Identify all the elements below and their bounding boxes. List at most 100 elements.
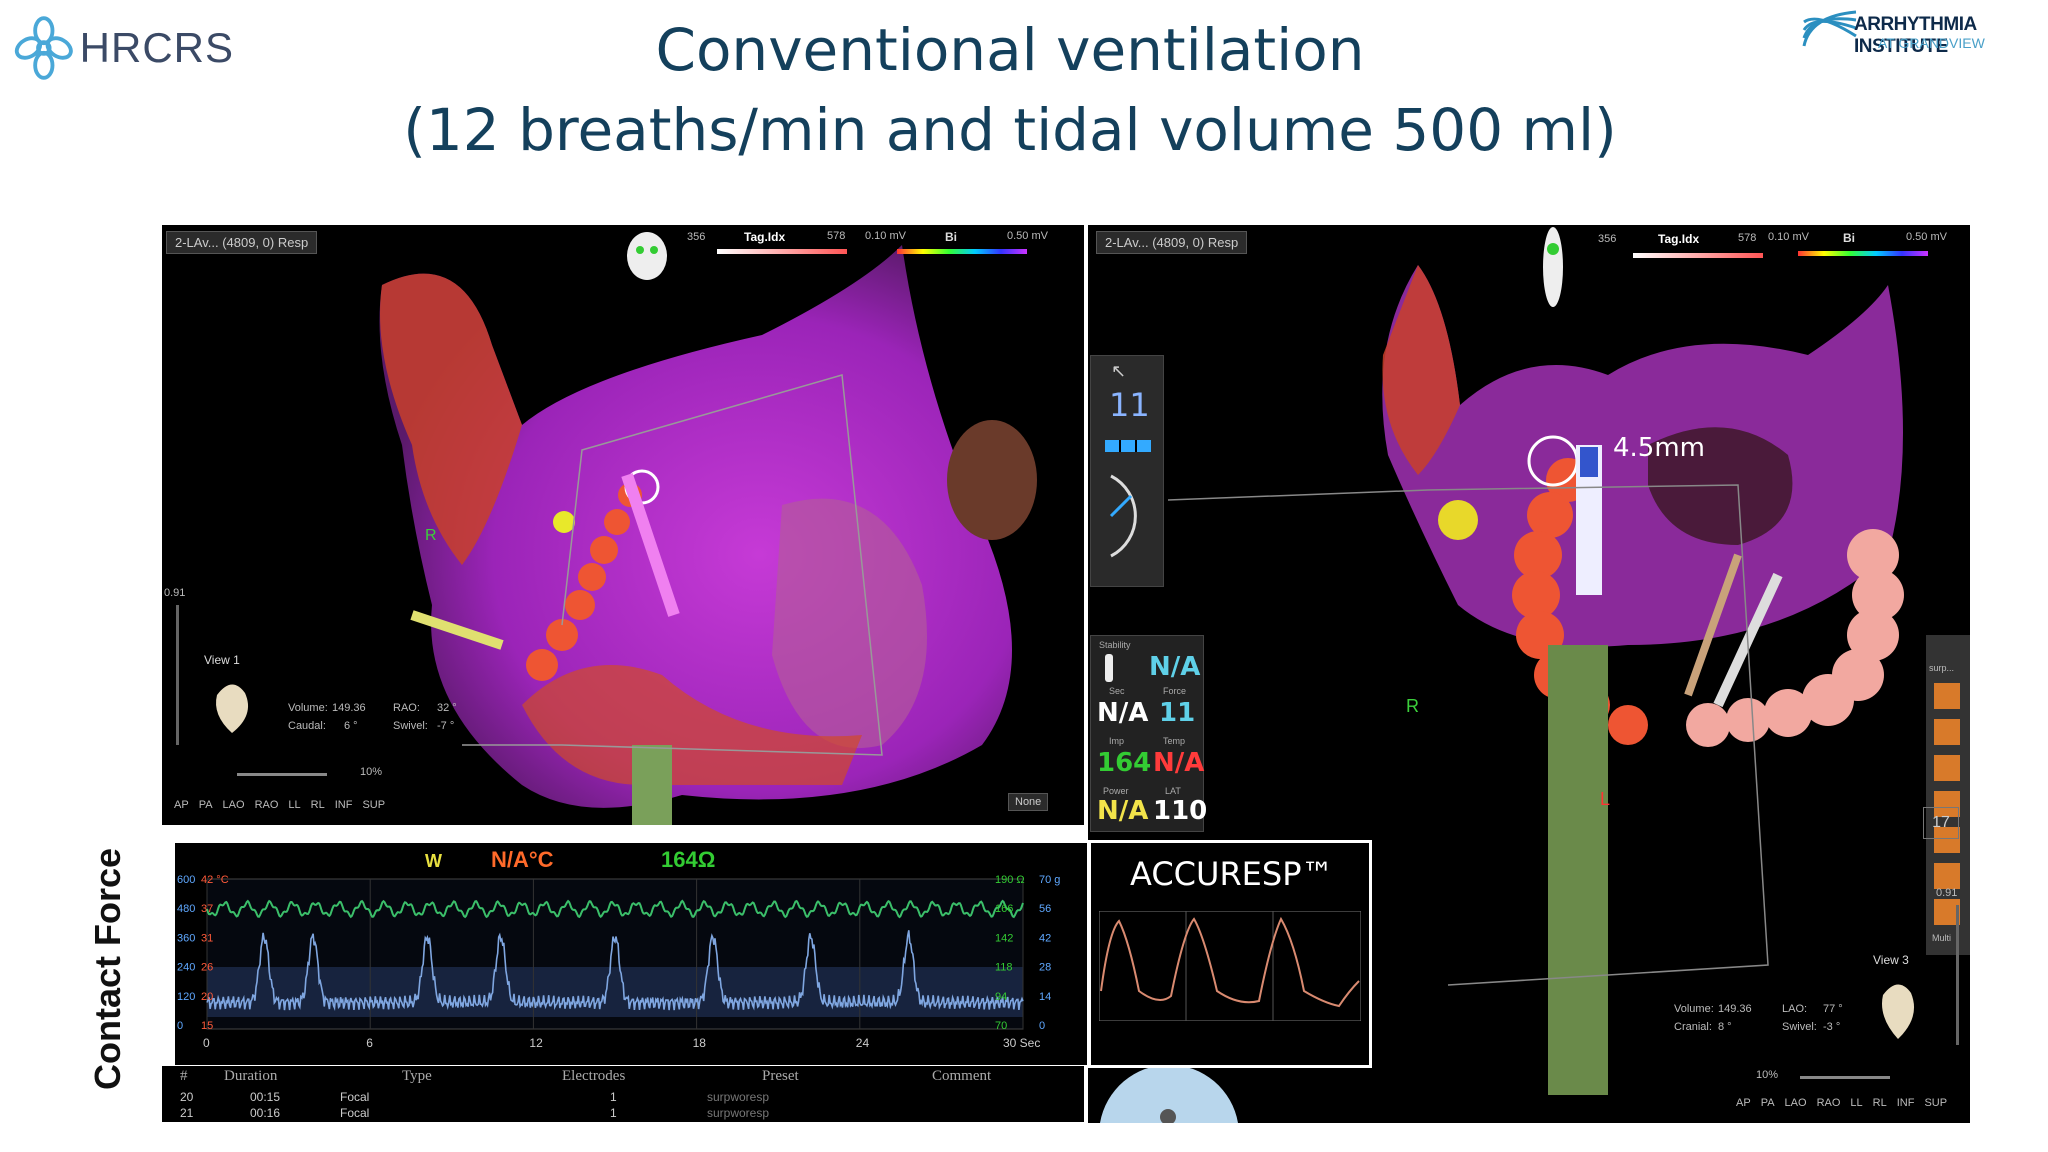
rotation-dial-icon[interactable] <box>1101 466 1157 566</box>
tool-icon-3[interactable] <box>1934 755 1960 781</box>
tool-icon-1[interactable] <box>1934 683 1960 709</box>
left-rao-label: RAO: <box>393 702 420 714</box>
right-scale-track[interactable] <box>1956 905 1959 1045</box>
stability-value: N/A <box>1149 652 1201 682</box>
right-side-counter[interactable]: 17 <box>1923 807 1959 839</box>
right-volt-min: 0.10 mV <box>1768 231 1809 243</box>
left-heart-icon <box>216 684 249 733</box>
cf-right-tick-b: 14 <box>1039 991 1051 1003</box>
left-orient-rao[interactable]: RAO <box>255 799 279 811</box>
left-zoom-value: 10% <box>360 766 383 778</box>
left-tag-label: Tag.Idx <box>744 230 786 244</box>
right-cranial-value: 8 ° <box>1718 1021 1732 1033</box>
slide-title-line2: (12 breaths/min and tidal volume 500 ml) <box>403 96 1617 164</box>
right-orient-rao[interactable]: RAO <box>1817 1097 1841 1109</box>
cf-left-tick-a: 120 <box>177 991 195 1003</box>
left-orient-sup[interactable]: SUP <box>362 799 385 811</box>
table-header-preset[interactable]: Preset <box>762 1068 799 1085</box>
right-tag-label: Tag.Idx <box>1658 232 1700 246</box>
right-tag-colorbar <box>1633 253 1763 258</box>
right-distance-label: 4.5mm <box>1613 433 1706 463</box>
table-header-electrodes[interactable]: Electrodes <box>562 1068 625 1085</box>
lat-label: LAT <box>1165 786 1181 796</box>
left-caudal-value: 6 ° <box>344 720 358 732</box>
table-header-duration[interactable]: Duration <box>224 1068 277 1085</box>
force-label: Force <box>1163 686 1187 696</box>
tool-icon-6[interactable] <box>1934 863 1960 889</box>
cursor-arrow-icon[interactable]: ↖ <box>1111 361 1126 382</box>
right-volt-max: 0.50 mV <box>1906 231 1947 243</box>
left-scale-top: 0.91 <box>164 587 186 599</box>
right-lao-label: LAO: <box>1782 1003 1808 1015</box>
temp-value: N/A <box>1153 748 1205 778</box>
row-id: 20 <box>180 1090 194 1104</box>
left-tag-min: 356 <box>687 231 706 243</box>
cf-right-tick-b: 42 <box>1039 932 1051 944</box>
contact-force-label-text: Contact Force <box>87 848 128 1090</box>
left-none-dropdown[interactable]: None <box>1008 793 1049 811</box>
left-volume-value: 149.36 <box>332 702 366 714</box>
cf-x-tick: 18 <box>693 1036 707 1050</box>
stability-label: Stability <box>1099 640 1131 650</box>
right-swivel-value: -3 ° <box>1823 1021 1841 1033</box>
right-orient-rl[interactable]: RL <box>1873 1097 1887 1109</box>
row-electrodes: 1 <box>610 1090 617 1104</box>
cf-left-tick-a: 0 <box>177 1020 183 1032</box>
left-head-orientation-icon[interactable] <box>622 228 672 283</box>
left-3d-map-view[interactable]: R 2-LAv... (4809, 0) Resp 356 Tag.Idx 57… <box>162 225 1084 825</box>
table-header-id[interactable]: # <box>180 1068 188 1085</box>
right-marker-l: L <box>1600 789 1610 809</box>
left-scale-track[interactable] <box>176 605 179 745</box>
cf-right-tick-a: 94 <box>995 991 1007 1003</box>
right-orient-ap[interactable]: AP <box>1736 1097 1751 1109</box>
left-orient-ll[interactable]: LL <box>288 799 300 811</box>
left-zoom-slider[interactable] <box>237 773 327 776</box>
cf-x-tick: 0 <box>203 1036 210 1050</box>
cf-plot: 600 42 °C480 37360 31240 26120 200 15 190 Ω 70 … <box>177 874 1060 1050</box>
right-orient-sup[interactable]: SUP <box>1924 1097 1947 1109</box>
table-header-type[interactable]: Type <box>402 1068 432 1085</box>
right-orient-ll[interactable]: LL <box>1850 1097 1862 1109</box>
cf-right-tick-b: 28 <box>1039 962 1051 974</box>
tool-icon-2[interactable] <box>1934 719 1960 745</box>
left-orientation-bar: AP PA LAO RAO LL RL INF SUP <box>174 799 385 811</box>
right-orient-lao[interactable]: LAO <box>1785 1097 1807 1109</box>
row-id: 21 <box>180 1106 194 1120</box>
table-header-comment[interactable]: Comment <box>932 1068 991 1085</box>
right-orientation-marker-icon[interactable] <box>1538 227 1568 317</box>
right-orient-pa[interactable]: PA <box>1761 1097 1775 1109</box>
cf-right-tick-b: 0 <box>1039 1020 1045 1032</box>
cf-left-tick-b: 42 °C <box>201 874 229 886</box>
left-map-select[interactable]: 2-LAv... (4809, 0) Resp <box>166 231 318 254</box>
right-heart-icon <box>1882 984 1915 1039</box>
temp-label: Temp <box>1163 736 1186 746</box>
left-tag-max: 578 <box>827 230 846 242</box>
right-view-label: View 3 <box>1873 953 1909 967</box>
power-value: N/A <box>1097 796 1149 826</box>
cf-right-tick-a: 118 <box>995 962 1013 974</box>
right-icon-toolbar: surp... Multi <box>1926 635 1970 955</box>
right-map-select[interactable]: 2-LAv... (4809, 0) Resp <box>1096 231 1248 254</box>
cf-right-tick-a: 190 Ω <box>995 874 1025 886</box>
left-swivel-value: -7 ° <box>437 720 455 732</box>
right-lao-value: 77 ° <box>1823 1003 1843 1015</box>
accuresp-plot <box>1099 911 1361 1021</box>
right-orient-inf[interactable]: INF <box>1897 1097 1915 1109</box>
right-bi-label: Bi <box>1843 231 1855 245</box>
right-tag-max: 578 <box>1738 232 1757 244</box>
left-marker-r: R <box>425 527 437 544</box>
left-orient-rl[interactable]: RL <box>311 799 325 811</box>
left-orient-lao[interactable]: LAO <box>223 799 245 811</box>
segment-indicator <box>1105 440 1151 452</box>
stability-panel: Stability N/A Sec N/A Force 11 Imp 164 T… <box>1090 635 1207 832</box>
cf-left-tick-b: 37 <box>201 903 213 915</box>
left-anatomy-render: R <box>379 245 1037 825</box>
right-marker-r: R <box>1406 696 1419 716</box>
left-orient-ap[interactable]: AP <box>174 799 189 811</box>
right-volume-label: Volume: <box>1674 1003 1714 1015</box>
right-scale-top: 0.91 <box>1936 887 1958 899</box>
left-orient-pa[interactable]: PA <box>199 799 213 811</box>
left-orient-inf[interactable]: INF <box>335 799 353 811</box>
left-caudal-label: Caudal: <box>288 720 326 732</box>
right-zoom-slider[interactable] <box>1800 1076 1890 1079</box>
